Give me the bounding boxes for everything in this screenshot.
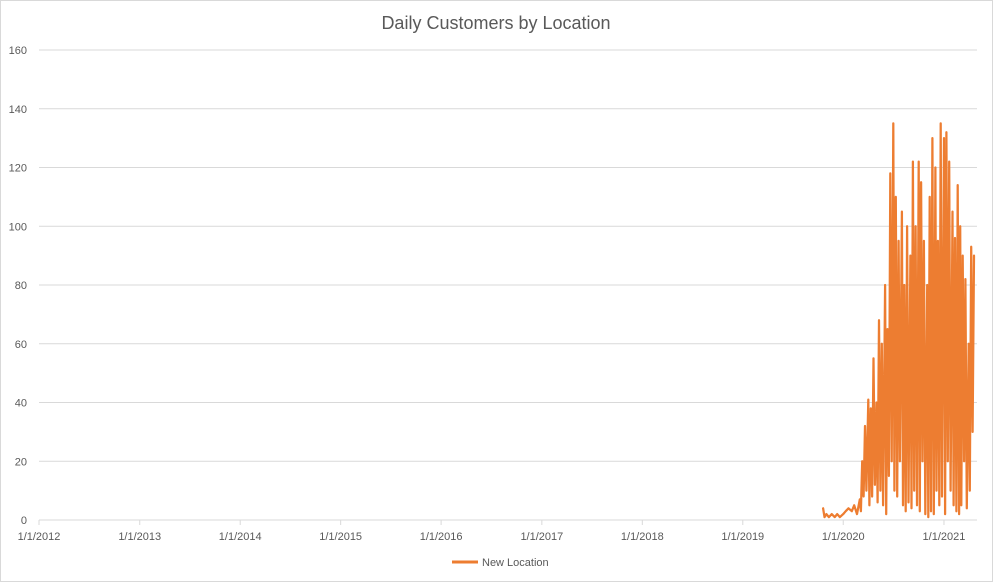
series-layer [821,122,976,519]
y-tick-label: 140 [9,104,27,116]
gridlines [39,49,977,462]
legend: New Location [452,557,549,569]
y-tick-label: 20 [15,456,27,468]
x-tick-label: 1/1/2016 [420,531,463,543]
y-tick-label: 160 [9,45,27,57]
y-tick-label: 60 [15,339,27,351]
x-tick-label: 1/1/2013 [118,531,161,543]
y-tick-label: 100 [9,221,27,233]
x-tick-label: 1/1/2017 [520,531,563,543]
series-line-new-location [821,122,976,519]
y-tick-label: 120 [9,163,27,175]
y-tick-label: 0 [21,515,27,527]
chart-frame: Daily Customers by Location 0 20 40 60 80 100… [0,0,993,582]
line-chart: Daily Customers by Location 0 20 40 60 80 100… [9,13,977,569]
x-tick-label: 1/1/2012 [18,531,61,543]
x-tick-label: 1/1/2015 [319,531,362,543]
x-tick-label: 1/1/2020 [822,531,865,543]
axes: 0 20 40 60 80 100 120 140 160 1/1/2012 1/1/2013 1/1… [9,45,977,543]
x-tick-label: 1/1/2021 [923,531,966,543]
x-tick-label: 1/1/2018 [621,531,664,543]
x-tick-label: 1/1/2014 [219,531,262,543]
y-tick-label: 40 [15,398,27,410]
legend-label-new-location: New Location [482,557,549,569]
chart-title: Daily Customers by Location [381,13,610,33]
x-tick-label: 1/1/2019 [721,531,764,543]
y-tick-label: 80 [15,280,27,292]
